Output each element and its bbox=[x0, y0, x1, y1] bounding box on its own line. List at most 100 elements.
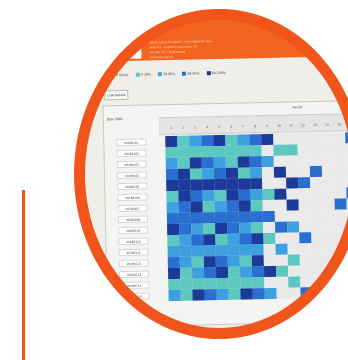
heatmap-cell[interactable] bbox=[227, 245, 239, 256]
heatmap-cell[interactable] bbox=[312, 265, 324, 276]
heatmap-cell[interactable] bbox=[215, 212, 227, 223]
heatmap-cell[interactable] bbox=[273, 145, 285, 156]
heatmap-cell[interactable] bbox=[227, 234, 239, 245]
heatmap-cell[interactable] bbox=[190, 157, 202, 168]
heatmap-cell[interactable] bbox=[252, 288, 264, 299]
heatmap-cell[interactable] bbox=[225, 135, 237, 146]
heatmap-cell[interactable] bbox=[323, 243, 335, 254]
heatmap-cell[interactable] bbox=[213, 146, 225, 157]
heatmap-cell[interactable] bbox=[261, 134, 273, 145]
heatmap-cell[interactable] bbox=[322, 166, 334, 177]
heatmap-cell[interactable] bbox=[299, 232, 311, 243]
heatmap-cell[interactable] bbox=[191, 223, 203, 234]
heatmap-cell[interactable] bbox=[201, 146, 213, 157]
heatmap-cell[interactable] bbox=[250, 178, 262, 189]
heatmap-cell[interactable] bbox=[262, 156, 274, 167]
heatmap-cell[interactable] bbox=[274, 189, 286, 200]
heatmap-cell[interactable] bbox=[312, 287, 324, 298]
heatmap-cell[interactable] bbox=[239, 233, 251, 244]
heatmap-cell[interactable] bbox=[239, 200, 251, 211]
heatmap-cell[interactable] bbox=[179, 224, 191, 235]
heatmap-cell[interactable] bbox=[251, 211, 263, 222]
heatmap-cell[interactable] bbox=[240, 255, 252, 266]
heatmap-cell[interactable] bbox=[201, 135, 213, 146]
heatmap-cell[interactable] bbox=[336, 286, 348, 297]
heatmap-cell[interactable] bbox=[167, 224, 179, 235]
heatmap-cell[interactable] bbox=[250, 189, 262, 200]
heatmap-cell[interactable] bbox=[179, 246, 191, 257]
heatmap-cell[interactable] bbox=[168, 290, 180, 301]
heatmap-cell[interactable] bbox=[273, 134, 285, 145]
heatmap-cell[interactable] bbox=[287, 243, 299, 254]
heatmap-cell[interactable] bbox=[191, 245, 203, 256]
heatmap-cell[interactable] bbox=[166, 180, 178, 191]
heatmap-cell[interactable] bbox=[321, 144, 333, 155]
heatmap-cell[interactable] bbox=[215, 201, 227, 212]
heatmap-cell[interactable] bbox=[238, 156, 250, 167]
heatmap-cell[interactable] bbox=[276, 266, 288, 277]
heatmap-cell[interactable] bbox=[166, 169, 178, 180]
heatmap-cell[interactable] bbox=[263, 222, 275, 233]
heatmap-cell[interactable] bbox=[310, 188, 322, 199]
heatmap-cell[interactable] bbox=[300, 265, 312, 276]
date-row-label[interactable]: 20180105 bbox=[117, 183, 147, 191]
heatmap-cell[interactable] bbox=[178, 191, 190, 202]
heatmap-cell[interactable] bbox=[216, 278, 228, 289]
heatmap-cell[interactable] bbox=[203, 201, 215, 212]
heatmap-cell[interactable] bbox=[203, 234, 215, 245]
heatmap-cell[interactable] bbox=[251, 244, 263, 255]
date-row-label[interactable]: 20180112 bbox=[119, 259, 149, 267]
heatmap-cell[interactable] bbox=[203, 212, 215, 223]
heatmap-cell[interactable] bbox=[288, 276, 300, 287]
heatmap-cell[interactable] bbox=[190, 179, 202, 190]
heatmap-cell[interactable] bbox=[226, 157, 238, 168]
heatmap-cell[interactable] bbox=[323, 199, 335, 210]
heatmap-cell[interactable] bbox=[335, 220, 347, 231]
heatmap-cell[interactable] bbox=[191, 234, 203, 245]
heatmap-cell[interactable] bbox=[204, 267, 216, 278]
heatmap-cell[interactable] bbox=[178, 169, 190, 180]
heatmap-cell[interactable] bbox=[263, 200, 275, 211]
heatmap-cell[interactable] bbox=[168, 268, 180, 279]
heatmap-cell[interactable] bbox=[202, 179, 214, 190]
heatmap-cell[interactable] bbox=[263, 211, 275, 222]
heatmap-cell[interactable] bbox=[336, 253, 348, 264]
heatmap-cell[interactable] bbox=[226, 179, 238, 190]
heatmap-cell[interactable] bbox=[323, 232, 335, 243]
heatmap-cell[interactable] bbox=[225, 146, 237, 157]
heatmap-cell[interactable] bbox=[263, 244, 275, 255]
heatmap-cell[interactable] bbox=[299, 199, 311, 210]
heatmap-cell[interactable] bbox=[275, 244, 287, 255]
heatmap-cell[interactable] bbox=[216, 267, 228, 278]
heatmap-cell[interactable] bbox=[300, 287, 312, 298]
heatmap-cell[interactable] bbox=[324, 287, 336, 298]
heatmap-cell[interactable] bbox=[249, 145, 261, 156]
date-row-label[interactable]: 20180101 bbox=[116, 139, 146, 147]
heatmap-cell[interactable] bbox=[335, 231, 347, 242]
heatmap-cell[interactable] bbox=[324, 265, 336, 276]
heatmap-cell[interactable] bbox=[310, 166, 322, 177]
heatmap-cell[interactable] bbox=[299, 221, 311, 232]
heatmap-cell[interactable] bbox=[251, 233, 263, 244]
heatmap-cell[interactable] bbox=[298, 188, 310, 199]
heatmap-cell[interactable] bbox=[227, 201, 239, 212]
heatmap-cell[interactable] bbox=[166, 158, 178, 169]
heatmap-cell[interactable] bbox=[323, 210, 335, 221]
heatmap-cell[interactable] bbox=[321, 133, 333, 144]
heatmap-cell[interactable] bbox=[252, 255, 264, 266]
heatmap-cell[interactable] bbox=[189, 135, 201, 146]
heatmap-cell[interactable] bbox=[335, 198, 347, 209]
heatmap-cell[interactable] bbox=[180, 257, 192, 268]
heatmap-cell[interactable] bbox=[262, 167, 274, 178]
heatmap-cell[interactable] bbox=[274, 156, 286, 167]
heatmap-cell[interactable] bbox=[312, 254, 324, 265]
date-row-label[interactable]: 20180102 bbox=[116, 150, 146, 158]
date-row-label[interactable]: 20180109 bbox=[118, 226, 148, 234]
date-row-label[interactable]: 20180110 bbox=[118, 237, 148, 245]
heatmap-cell[interactable] bbox=[298, 155, 310, 166]
heatmap-cell[interactable] bbox=[215, 245, 227, 256]
heatmap-cell[interactable] bbox=[216, 256, 228, 267]
heatmap-cell[interactable] bbox=[310, 155, 322, 166]
heatmap-cell[interactable] bbox=[204, 256, 216, 267]
heatmap-cell[interactable] bbox=[288, 265, 300, 276]
